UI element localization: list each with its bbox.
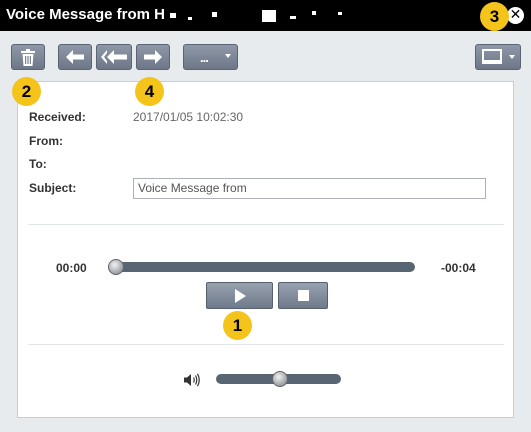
close-icon[interactable]: ✕ xyxy=(507,7,524,24)
redacted-title-text xyxy=(212,12,217,17)
window-title: Voice Message from H xyxy=(6,6,165,23)
to-label: To: xyxy=(29,157,47,171)
delete-button[interactable] xyxy=(11,44,45,70)
monitor-icon xyxy=(482,49,502,64)
callout-badge-4: 4 xyxy=(135,77,164,106)
callout-badge-3: 3 xyxy=(480,2,509,31)
toolbar: ... xyxy=(0,31,531,81)
stop-button[interactable] xyxy=(278,282,328,309)
trash-icon xyxy=(21,48,35,66)
forward-icon xyxy=(144,50,162,64)
redacted-title-text xyxy=(312,11,316,15)
redacted-title-text xyxy=(188,17,192,20)
divider xyxy=(28,344,504,345)
chevron-down-icon xyxy=(509,55,515,59)
playback-progress-bar[interactable] xyxy=(108,262,415,272)
reply-all-button[interactable] xyxy=(96,44,132,70)
more-actions-dropdown[interactable]: ... xyxy=(183,44,238,70)
redacted-title-text xyxy=(170,13,176,18)
reply-icon xyxy=(66,50,84,64)
play-icon xyxy=(234,288,246,303)
playback-slider-handle[interactable] xyxy=(108,259,124,275)
subject-label: Subject: xyxy=(29,181,77,195)
divider xyxy=(28,224,504,225)
more-label: ... xyxy=(200,49,209,65)
received-label: Received: xyxy=(29,110,86,124)
stop-icon xyxy=(297,290,309,301)
message-panel: Received: 2017/01/05 10:02:30 From: To: … xyxy=(17,81,514,418)
remaining-time: -00:04 xyxy=(441,261,476,275)
reply-all-icon xyxy=(101,50,127,64)
volume-icon xyxy=(184,373,200,387)
reply-button[interactable] xyxy=(58,44,92,70)
redacted-title-text xyxy=(338,12,342,15)
volume-slider-handle[interactable] xyxy=(271,371,288,387)
callout-badge-1: 1 xyxy=(223,311,252,340)
redacted-title-text xyxy=(262,10,276,22)
from-label: From: xyxy=(29,134,63,148)
display-options-dropdown[interactable] xyxy=(475,44,521,70)
callout-badge-2: 2 xyxy=(12,77,41,106)
redacted-title-text xyxy=(290,16,296,19)
chevron-down-icon xyxy=(225,54,231,58)
play-button[interactable] xyxy=(206,282,273,309)
received-value: 2017/01/05 10:02:30 xyxy=(133,110,244,124)
subject-field[interactable]: Voice Message from xyxy=(133,178,486,199)
title-bar: Voice Message from H ✕ xyxy=(0,0,531,31)
elapsed-time: 00:00 xyxy=(56,261,87,275)
forward-button[interactable] xyxy=(136,44,170,70)
